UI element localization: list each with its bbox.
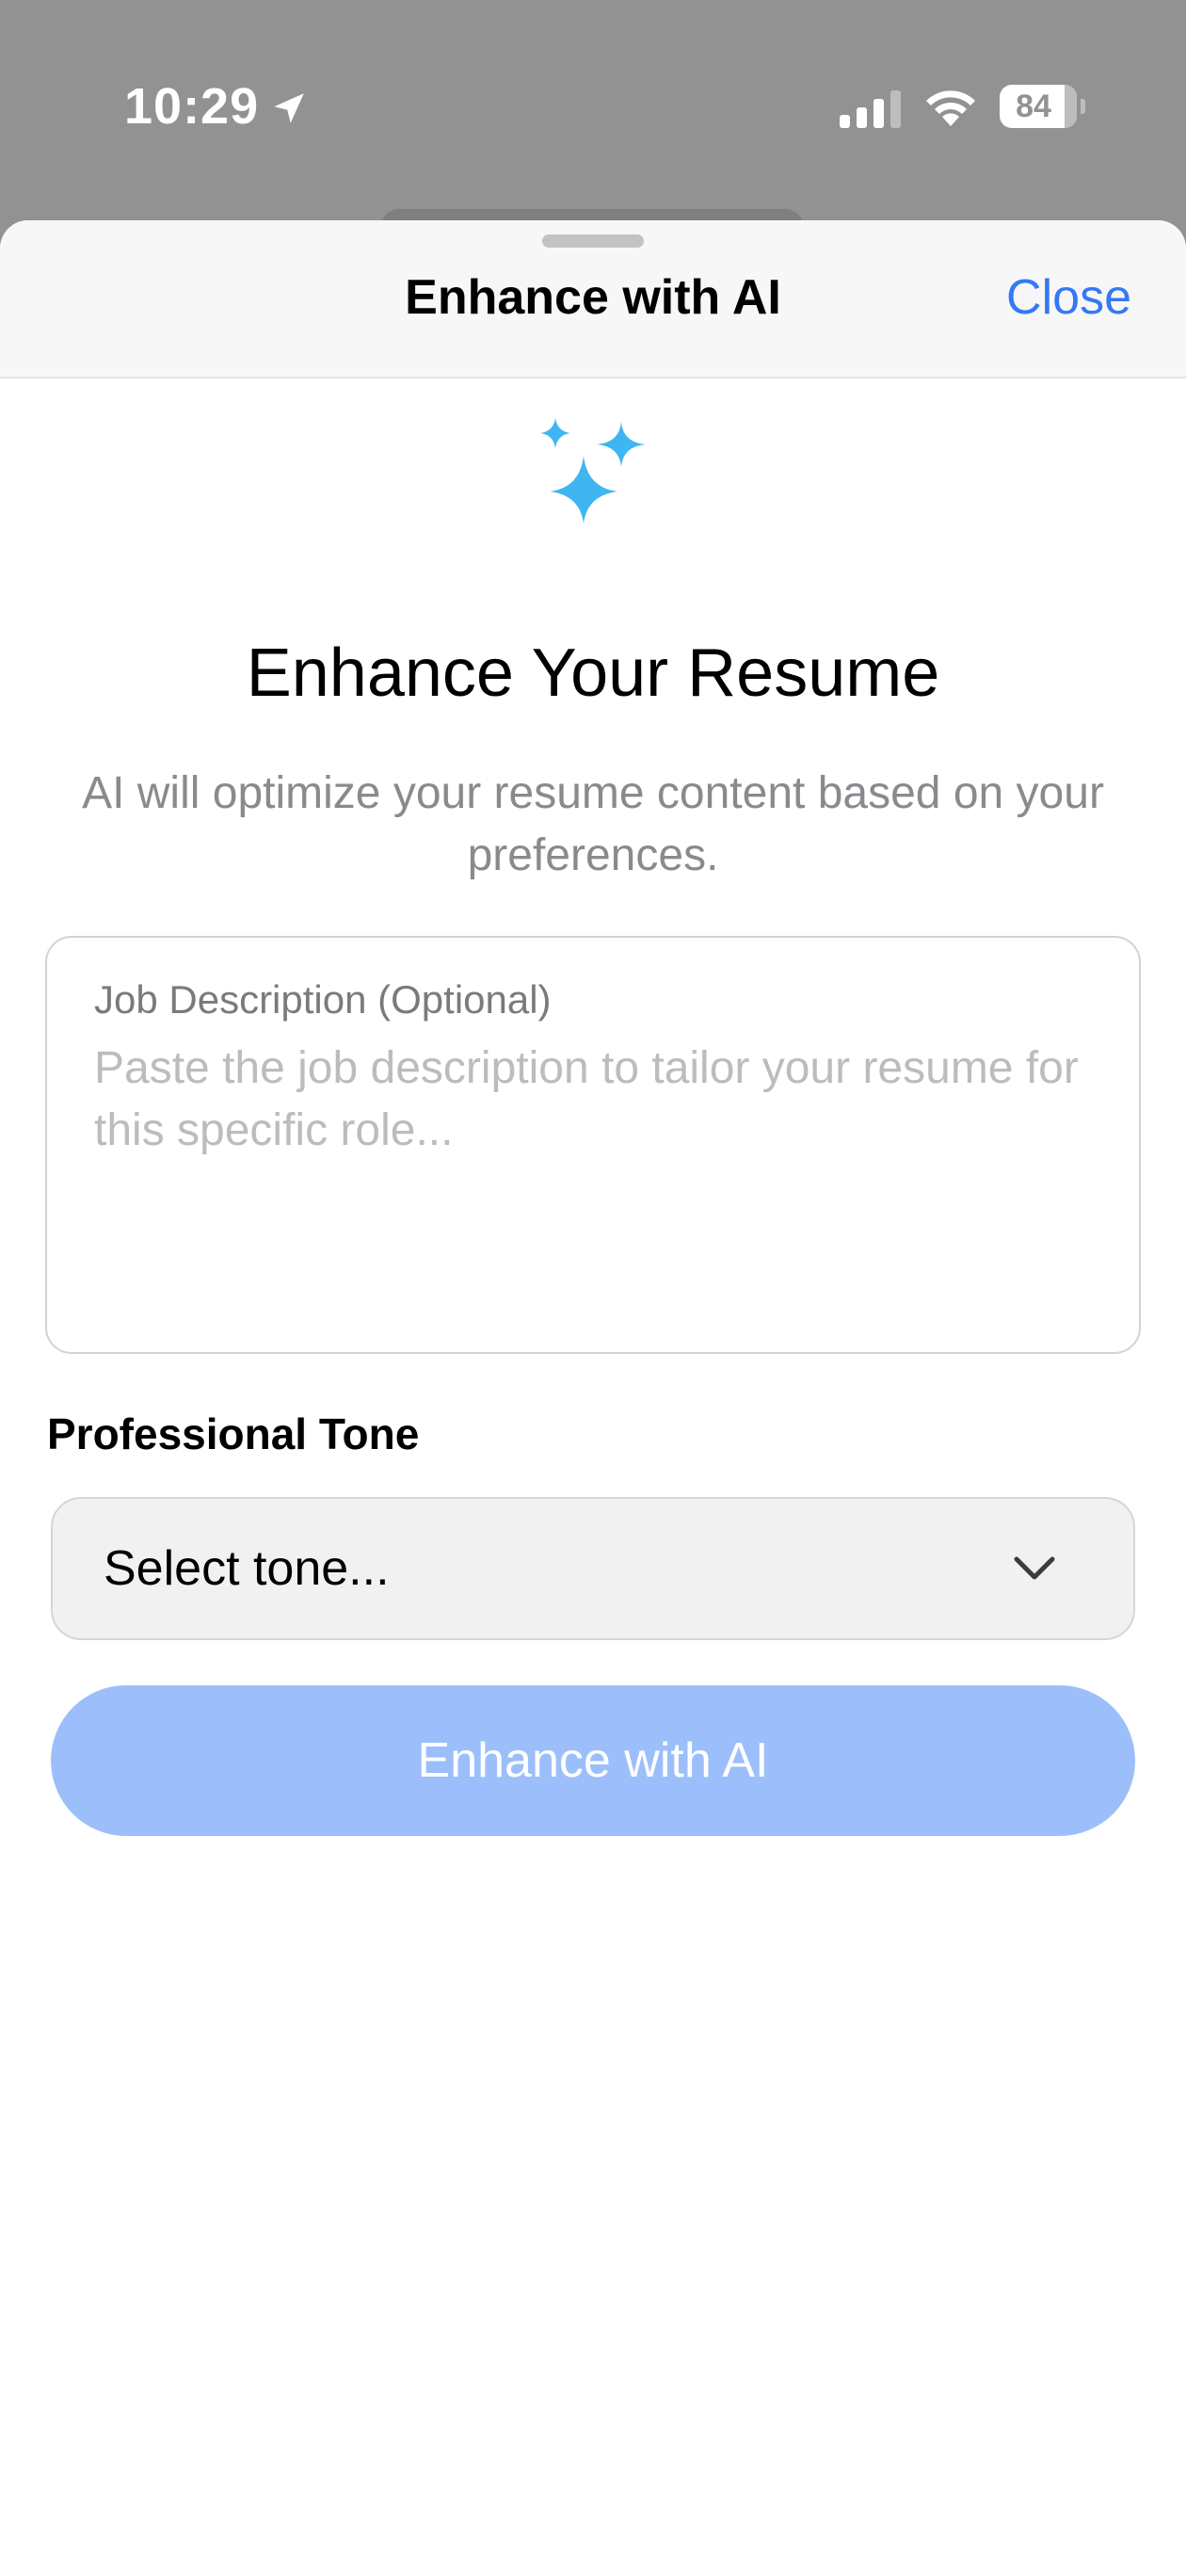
tone-selected-value: Select tone... xyxy=(104,1541,390,1596)
battery-level: 84 xyxy=(1016,89,1051,124)
sheet-header: Enhance with AI Close xyxy=(0,220,1186,378)
job-description-label: Job Description (Optional) xyxy=(94,977,552,1022)
status-bar: 10:29 84 xyxy=(0,0,1186,247)
enhance-with-ai-button[interactable]: Enhance with AI xyxy=(51,1685,1135,1836)
job-description-input[interactable] xyxy=(94,1038,1101,1320)
screen: 10:29 84 Enhance with AI Close Enhance Y… xyxy=(0,0,1186,2576)
enhance-sheet: Enhance with AI Close Enhance Your Resum… xyxy=(0,220,1186,2576)
wifi-icon xyxy=(926,90,975,126)
battery-body: 84 xyxy=(1000,85,1077,128)
close-button[interactable]: Close xyxy=(1006,269,1131,326)
page-headline: Enhance Your Resume xyxy=(246,636,940,711)
location-arrow-icon xyxy=(274,93,304,123)
signal-icon xyxy=(840,90,901,128)
status-time: 10:29 xyxy=(124,78,260,135)
tone-select[interactable]: Select tone... xyxy=(51,1497,1135,1640)
chevron-down-icon xyxy=(1014,1556,1055,1580)
tone-label: Professional Tone xyxy=(47,1409,420,1458)
sparkles-icon xyxy=(540,418,646,523)
sheet-grabber[interactable] xyxy=(542,234,644,248)
battery-tip xyxy=(1081,99,1085,114)
page-subtitle: AI will optimize your resume content bas… xyxy=(82,768,1104,880)
job-description-field[interactable]: Job Description (Optional) xyxy=(45,936,1141,1354)
battery-icon: 84 xyxy=(1000,85,1085,128)
